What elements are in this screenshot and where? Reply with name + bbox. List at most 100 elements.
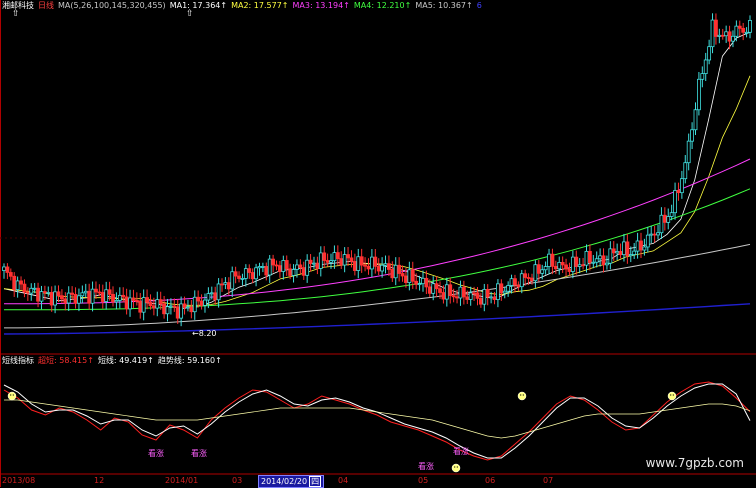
indicator-values: 超短: 58.415↑ 短线: 49.419↑ 趋势线: 59.160↑ <box>38 356 226 365</box>
candle-body <box>315 262 320 269</box>
candle-body <box>56 291 61 297</box>
candle-body <box>107 289 112 295</box>
candle-body <box>499 283 504 294</box>
candle-body <box>128 297 132 310</box>
candle-body <box>564 264 568 270</box>
candle-body <box>536 264 541 274</box>
candle-body <box>363 264 367 267</box>
candle-body <box>247 268 252 273</box>
candle-body <box>690 129 694 142</box>
candle-body <box>734 25 739 37</box>
signal-markers <box>7 391 677 473</box>
candle-body <box>25 291 30 294</box>
candle-body <box>560 261 565 266</box>
candle-body <box>584 250 589 266</box>
candle-body <box>77 295 81 304</box>
x-tick-label: 12 <box>94 476 105 485</box>
candle-body <box>260 266 265 268</box>
candle-body <box>516 284 521 288</box>
candle-body <box>117 294 122 301</box>
candle-body <box>291 269 296 276</box>
candle-body <box>237 275 241 279</box>
smiley-face <box>7 391 17 401</box>
candle-body <box>400 273 405 277</box>
candle-body <box>707 46 712 61</box>
candle-body <box>233 271 238 277</box>
indicator-line-3 <box>4 399 751 439</box>
candle-body <box>461 286 466 298</box>
candle-body <box>216 283 221 301</box>
candle-body <box>642 246 647 251</box>
candle-body <box>329 260 333 263</box>
candle-body <box>80 292 85 297</box>
smiley-eye <box>454 466 456 468</box>
candle-body <box>60 295 64 300</box>
buy-arrow-icon: ⇧ <box>12 9 20 19</box>
candle-body <box>162 303 167 315</box>
buy-signal-label: 看涨 <box>453 447 469 456</box>
candle-body <box>172 305 177 308</box>
candle-body <box>335 252 340 259</box>
smiley-icon <box>7 391 17 401</box>
candle-body <box>325 260 330 263</box>
candle-body <box>49 292 54 306</box>
candle-body <box>373 256 378 267</box>
candle-body <box>628 254 633 257</box>
candle-body <box>417 283 422 286</box>
candle-body <box>186 306 190 309</box>
candle-body <box>267 258 272 276</box>
candle-body <box>387 263 391 270</box>
candle-body <box>281 260 286 272</box>
indicator-lines <box>3 381 751 461</box>
candle-body <box>90 288 95 304</box>
candle-body <box>727 31 732 42</box>
candle-body <box>591 261 596 264</box>
candle-body <box>5 266 10 273</box>
candle-body <box>697 78 701 111</box>
candle-body <box>121 294 126 298</box>
period-label: 日线 <box>38 1 54 10</box>
candle-body <box>2 266 6 271</box>
candle-body <box>625 241 630 257</box>
candle-body <box>679 178 684 194</box>
ma-value-4: MA4: 12.210↑ <box>353 1 412 10</box>
candle-body <box>369 256 374 270</box>
candle-body <box>611 248 616 254</box>
candle-body <box>312 262 316 265</box>
buy-signal-label: 看涨 <box>148 449 164 458</box>
candle-body <box>720 34 725 37</box>
candle-body <box>155 299 160 309</box>
candle-body <box>19 280 23 285</box>
candle-body <box>274 264 279 267</box>
low-price-annotation: ←8.20 <box>192 329 217 338</box>
smiley-icon <box>517 391 527 401</box>
candle-body <box>513 278 517 286</box>
candle-body <box>530 277 534 282</box>
ma6-line <box>3 303 751 335</box>
ma-value-6: 6 <box>476 1 482 10</box>
candle-body <box>393 264 398 279</box>
candle-body <box>254 267 258 280</box>
candle-body <box>94 288 98 293</box>
buy-signal-label: 看涨 <box>418 462 434 471</box>
ma-value-2: MA2: 17.577↑ <box>231 1 289 10</box>
x-tick-label: 06 <box>485 476 496 485</box>
candle-body <box>608 248 613 264</box>
candle-body <box>199 300 204 306</box>
candle-body <box>97 291 102 294</box>
candle-body <box>737 25 742 29</box>
candle-body <box>502 290 507 294</box>
candle-body <box>489 296 494 299</box>
cursor-date-box[interactable]: 2014/02/20 四 <box>258 475 325 488</box>
candle-body <box>179 303 184 319</box>
candle-body <box>744 31 749 34</box>
x-tick-label: 07 <box>543 476 554 485</box>
buy-signal-label: 看涨 <box>191 449 207 458</box>
candle-body <box>478 297 483 305</box>
candle-body <box>70 292 75 295</box>
candle-body <box>339 258 344 266</box>
candle-body <box>632 250 637 255</box>
candle-body <box>441 292 446 300</box>
candle-body <box>165 306 170 315</box>
candle-body <box>748 20 752 33</box>
